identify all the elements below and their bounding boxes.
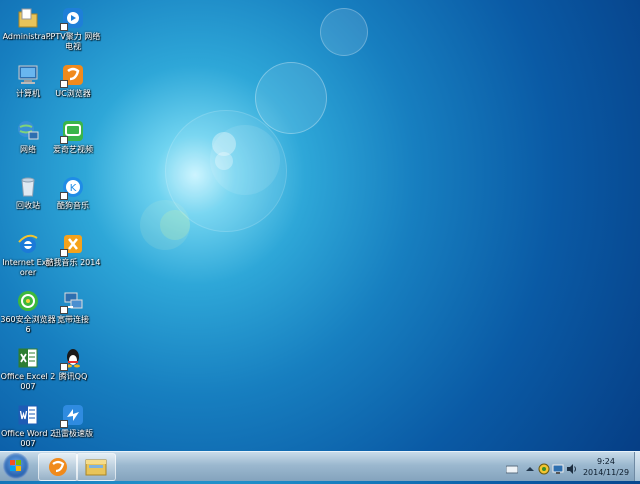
security-shield-icon[interactable] <box>538 460 550 475</box>
wallpaper-bokeh <box>255 62 327 134</box>
icon-label: 酷狗音乐 <box>57 201 89 210</box>
network-icon <box>16 119 40 143</box>
network-status-icon[interactable] <box>552 460 564 474</box>
taskbar: 9:24 2014/11/29 <box>0 451 640 481</box>
recycle-bin-icon <box>16 175 40 199</box>
tray-expand-icon[interactable] <box>524 460 536 472</box>
desktop-icon-iqiyi[interactable]: 爱奇艺视频 <box>45 117 101 173</box>
excel-icon <box>16 346 40 370</box>
thunder-icon <box>60 403 85 428</box>
desktop-icon-kugou[interactable]: K 酷狗音乐 <box>45 173 101 229</box>
wallpaper-bokeh <box>215 152 233 170</box>
desktop-icon-broadband[interactable]: 宽带连接 <box>45 287 101 343</box>
qq-icon <box>60 346 85 371</box>
uc-browser-icon <box>60 63 85 88</box>
keyboard-icon[interactable] <box>505 460 519 474</box>
clock[interactable]: 9:24 2014/11/29 <box>578 456 634 478</box>
wallpaper-bokeh <box>140 200 190 250</box>
kugou-music-icon: K <box>60 175 85 200</box>
icon-label: UC浏览器 <box>55 89 91 98</box>
wallpaper-bokeh <box>320 8 368 56</box>
icon-label: 腾讯QQ <box>58 372 88 381</box>
start-button[interactable] <box>3 453 29 479</box>
pptv-icon <box>60 6 85 31</box>
svg-text:K: K <box>70 183 77 194</box>
wallpaper-bokeh <box>210 125 280 195</box>
icon-label: PPTV聚力 网络电视 <box>45 32 101 51</box>
internet-explorer-icon <box>16 232 40 256</box>
taskbar-file-explorer[interactable] <box>76 453 116 481</box>
clock-time: 9:24 <box>597 457 615 466</box>
volume-icon[interactable] <box>566 460 578 474</box>
desktop-icon-pptv[interactable]: PPTV聚力 网络电视 <box>45 4 101 60</box>
broadband-connect-icon <box>60 289 85 314</box>
kuwo-music-icon <box>60 232 85 257</box>
wallpaper-bokeh <box>165 110 287 232</box>
wallpaper-bokeh <box>160 210 190 240</box>
icon-label: 酷我音乐 2014 <box>45 258 101 267</box>
taskbar-uc-browser[interactable] <box>38 453 78 481</box>
iqiyi-icon <box>60 119 85 144</box>
uc-browser-icon <box>49 458 67 476</box>
360-browser-icon <box>16 289 40 313</box>
desktop-icon-kuwo[interactable]: 酷我音乐 2014 <box>45 230 101 286</box>
icon-label: 宽带连接 <box>57 315 89 324</box>
computer-icon <box>16 63 40 87</box>
show-desktop-button[interactable] <box>634 452 640 481</box>
desktop-icon-uc-browser[interactable]: UC浏览器 <box>45 61 101 117</box>
administrator-folder-icon <box>16 6 40 30</box>
word-icon <box>16 403 40 427</box>
wallpaper-bokeh <box>212 132 236 156</box>
clock-date: 2014/11/29 <box>582 468 630 477</box>
start-orb-icon <box>10 460 21 471</box>
file-explorer-icon <box>85 459 107 476</box>
desktop-icon-qq[interactable]: 腾讯QQ <box>45 344 101 400</box>
desktop-icon-thunder[interactable]: 迅雷极速版 <box>45 401 101 457</box>
icon-label: 迅雷极速版 <box>53 429 93 438</box>
icon-label: 爱奇艺视频 <box>53 145 93 154</box>
